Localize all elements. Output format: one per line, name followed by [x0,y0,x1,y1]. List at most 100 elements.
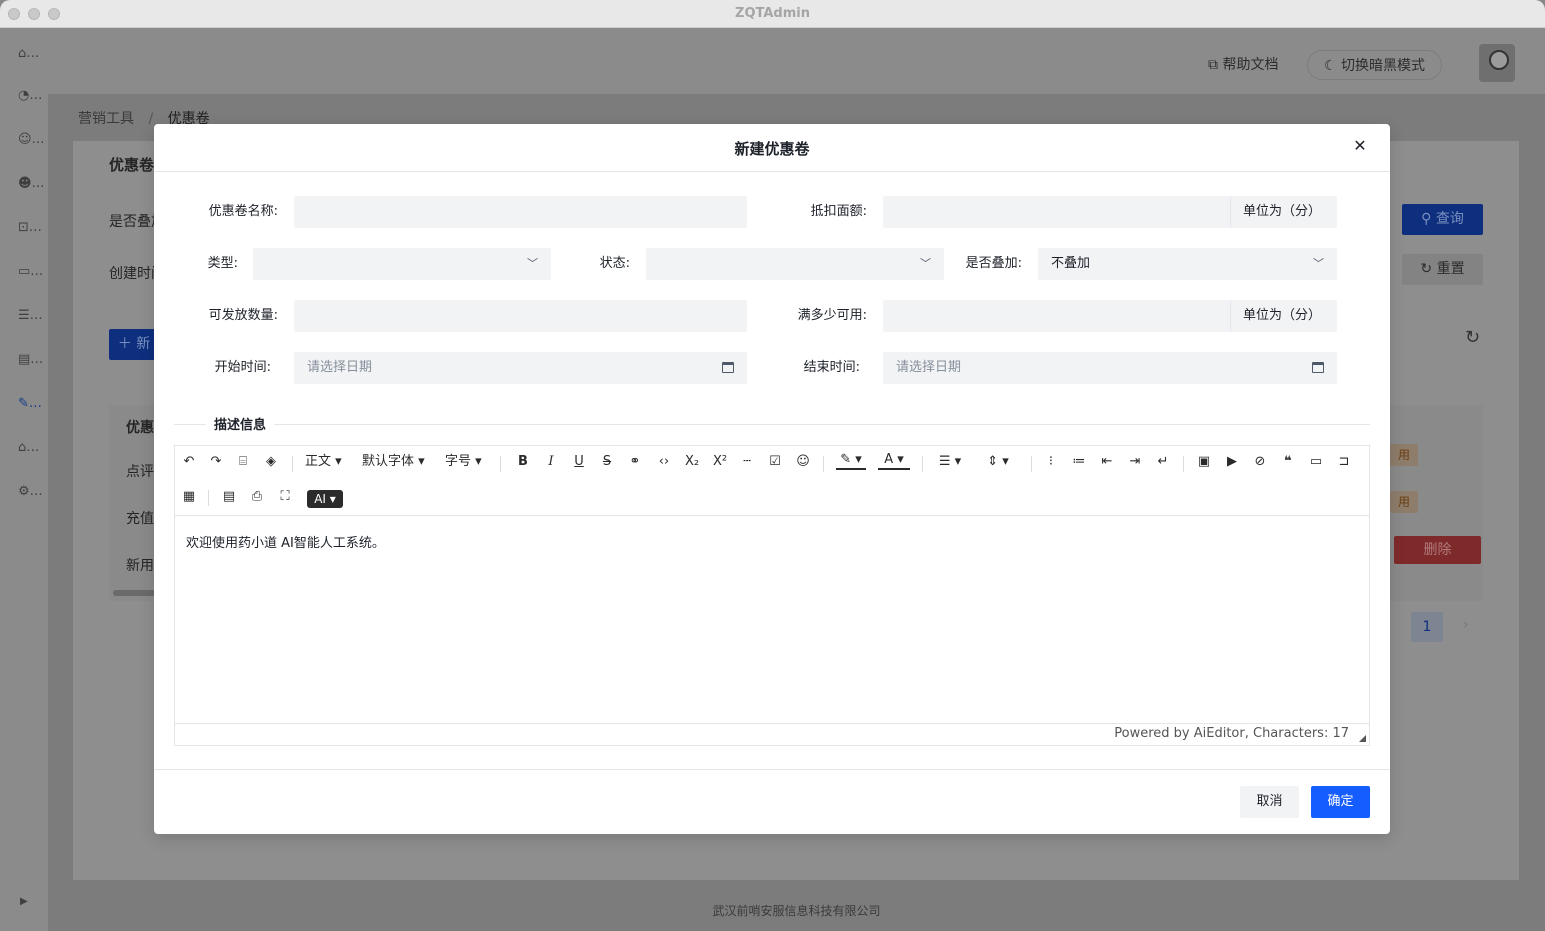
card-title: 优惠卷 [109,156,155,174]
type-label: 类型: [207,256,238,271]
home-icon[interactable]: ⌂… [18,46,46,64]
reload-icon[interactable]: ↻ [1465,327,1480,348]
tool-icon[interactable]: ✎… [18,396,46,414]
deduct-unit-suffix: 单位为（分） [1230,197,1336,227]
fullscreen-icon[interactable]: ⛶ [277,487,293,507]
users-icon[interactable]: ☻… [18,176,46,194]
form-icon[interactable]: ▤… [18,352,46,370]
table-icon[interactable]: ▦ [181,487,197,507]
editor-footer: Powered by AiEditor, Characters: 17 [175,723,1369,745]
deduct-amount-label: 抵扣面额: [810,204,867,219]
align-icon[interactable]: ☰ ▾ [935,452,965,472]
start-time-label: 开始时间: [214,360,271,375]
break-icon[interactable]: ↵ [1155,452,1171,472]
folder-add-icon[interactable]: ▭… [18,264,46,282]
bullet-list-icon[interactable]: ⁝ [1043,452,1059,472]
font-family-dropdown[interactable]: 默认字体 ▾ [362,452,425,472]
help-docs-button[interactable]: ⧉ 帮助文档 [1208,50,1278,80]
checkbox-icon[interactable]: ☑ [767,452,783,472]
start-date-picker[interactable]: 请选择日期 [294,352,747,384]
underline-icon[interactable]: U [571,452,587,472]
superscript-icon[interactable]: X² [711,452,729,472]
video-icon[interactable]: ▶ [1224,452,1240,472]
search-button[interactable]: ⚲ 查询 [1402,204,1483,235]
undo-icon[interactable]: ↶ [181,452,197,472]
stack-label: 是否叠加: [965,256,1022,271]
pagination-page[interactable]: 1 [1411,612,1443,642]
code-icon[interactable]: ‹› [653,452,675,472]
close-icon[interactable]: ✕ [1350,136,1370,158]
type-select[interactable]: ﹀ [253,248,551,280]
bold-icon[interactable]: B [515,452,531,472]
resize-handle-icon[interactable] [1359,735,1366,742]
strikethrough-icon[interactable]: S [599,452,615,472]
print-preview-icon[interactable]: ▤ [221,487,237,507]
table-scrollbar[interactable] [113,590,158,596]
breadcrumb-parent[interactable]: 营销工具 [78,111,134,127]
dashboard-icon[interactable]: ◔… [18,88,46,106]
cancel-button[interactable]: 取消 [1240,786,1299,818]
quantity-label: 可发放数量: [208,308,278,323]
subscript-icon[interactable]: X₂ [683,452,701,472]
table-row: 新用 [126,558,154,574]
chevron-down-icon: ﹀ [920,257,931,270]
code-block-icon[interactable]: ⊐ [1336,452,1352,472]
end-date-picker[interactable]: 请选择日期 [883,352,1337,384]
delete-button[interactable]: 删除 [1394,536,1481,564]
stack-select[interactable]: 不叠加 ﹀ [1038,248,1337,280]
attachment-icon[interactable]: ⊘ [1252,452,1268,472]
font-size-dropdown[interactable]: 字号 ▾ [445,452,482,472]
dark-mode-toggle[interactable]: ☾ 切换暗黑模式 [1307,50,1443,80]
status-label: 状态: [599,256,630,271]
horizontal-rule-icon[interactable]: ┄ [739,452,755,472]
line-height-icon[interactable]: ⇕ ▾ [982,452,1014,472]
indent-icon[interactable]: ⇥ [1127,452,1143,472]
top-header: ⧉ 帮助文档 ☾ 切换暗黑模式 [48,28,1545,94]
confirm-button[interactable]: 确定 [1311,786,1370,818]
modal-footer: 取消 确定 [154,769,1390,834]
min-spend-input[interactable]: 单位为（分） [883,300,1337,332]
coupon-name-input[interactable] [294,196,747,228]
ordered-list-icon[interactable]: ≔ [1071,452,1087,472]
italic-icon[interactable]: I [543,452,559,472]
highlight-color-icon[interactable]: ✎ ▾ [836,452,866,470]
new-coupon-button[interactable]: ＋ 新 [109,329,159,360]
editor-toolbar: ↶ ↷ ⌸ ◈ 正文 ▾ 默认字体 ▾ 字号 ▾ B I U S ⚭ ‹› X₂… [175,446,1369,516]
shop-icon[interactable]: ⌂… [18,440,46,458]
print-icon[interactable]: ⎙ [249,487,265,507]
editor-content[interactable]: 欢迎使用药小道 AI智能人工系统。 [186,532,385,551]
user-add-icon[interactable]: ☺… [18,132,46,150]
container-icon[interactable]: ▭ [1308,452,1324,472]
format-painter-icon[interactable]: ⌸ [235,452,251,472]
new-coupon-modal: 新建优惠卷 ✕ 优惠卷名称: 抵扣面额: 单位为（分） 类型: ﹀ 状态: ﹀ … [154,124,1390,834]
quantity-input[interactable] [294,300,747,332]
image-icon[interactable]: ▣ [1196,452,1212,472]
heading-dropdown[interactable]: 正文 ▾ [305,452,342,472]
expand-sidebar-icon[interactable]: ▶ [20,896,48,914]
reset-button[interactable]: ↻ 重置 [1402,254,1483,285]
sidebar: ⌂… ◔… ☺… ☻… ⊡… ▭… ☰… ▤… ✎… ⌂… ⚙… ▶ [0,28,48,931]
font-color-icon[interactable]: A ▾ [878,452,910,470]
deduct-amount-input[interactable]: 单位为（分） [883,196,1337,228]
coupon-name-label: 优惠卷名称: [208,204,278,219]
moon-icon: ☾ [1324,58,1342,74]
rich-text-editor: ↶ ↷ ⌸ ◈ 正文 ▾ 默认字体 ▾ 字号 ▾ B I U S ⚭ ‹› X₂… [174,445,1370,746]
ai-dropdown-button[interactable]: AI ▾ [307,490,343,508]
bookmark-icon[interactable]: ⊡… [18,220,46,238]
calendar-icon [1312,362,1324,373]
list-icon[interactable]: ☰… [18,308,46,326]
redo-icon[interactable]: ↷ [208,452,224,472]
footer-text: 武汉前哨安服信息科技有限公司 [712,904,881,918]
outdent-icon[interactable]: ⇤ [1099,452,1115,472]
settings-icon[interactable]: ⚙… [18,484,46,502]
chevron-down-icon: ﹀ [1313,257,1324,270]
quote-icon[interactable]: ❝ [1280,452,1296,472]
avatar[interactable] [1479,44,1515,82]
status-badge: 用 [1390,444,1418,466]
eraser-icon[interactable]: ◈ [263,452,279,472]
emoji-icon[interactable]: ☺ [795,452,811,472]
next-page-icon[interactable]: › [1463,617,1469,633]
link-icon[interactable]: ⚭ [627,452,643,472]
status-select[interactable]: ﹀ [646,248,944,280]
min-spend-label: 满多少可用: [797,308,867,323]
